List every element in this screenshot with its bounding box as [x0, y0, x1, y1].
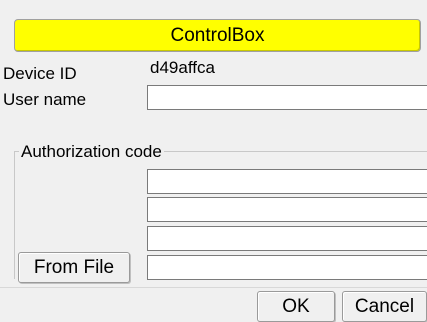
device-id-label: Device ID: [3, 64, 77, 83]
dialog-title: ControlBox: [170, 24, 265, 46]
dialog-title-bar: ControlBox: [14, 19, 421, 52]
from-file-button[interactable]: From File: [18, 252, 130, 283]
button-row-divider: [0, 287, 427, 288]
ok-button[interactable]: OK: [257, 291, 335, 322]
from-file-button-label: From File: [33, 256, 115, 278]
authorization-group-border-left: [14, 151, 15, 279]
user-name-label: User name: [3, 90, 87, 109]
authorization-code-label: Authorization code: [19, 142, 164, 162]
user-name-input[interactable]: [147, 85, 427, 110]
authorization-code-line-4[interactable]: [147, 255, 427, 280]
authorization-code-line-3[interactable]: [147, 226, 427, 251]
cancel-button[interactable]: Cancel: [342, 291, 427, 322]
device-id-value: d49affca: [146, 57, 427, 83]
ok-button-label: OK: [282, 295, 310, 317]
authorization-code-line-2[interactable]: [147, 197, 427, 222]
authorization-code-line-1[interactable]: [147, 169, 427, 194]
cancel-button-label: Cancel: [354, 295, 415, 317]
controlbox-dialog: ControlBox Device ID d49affca User name …: [0, 0, 427, 322]
